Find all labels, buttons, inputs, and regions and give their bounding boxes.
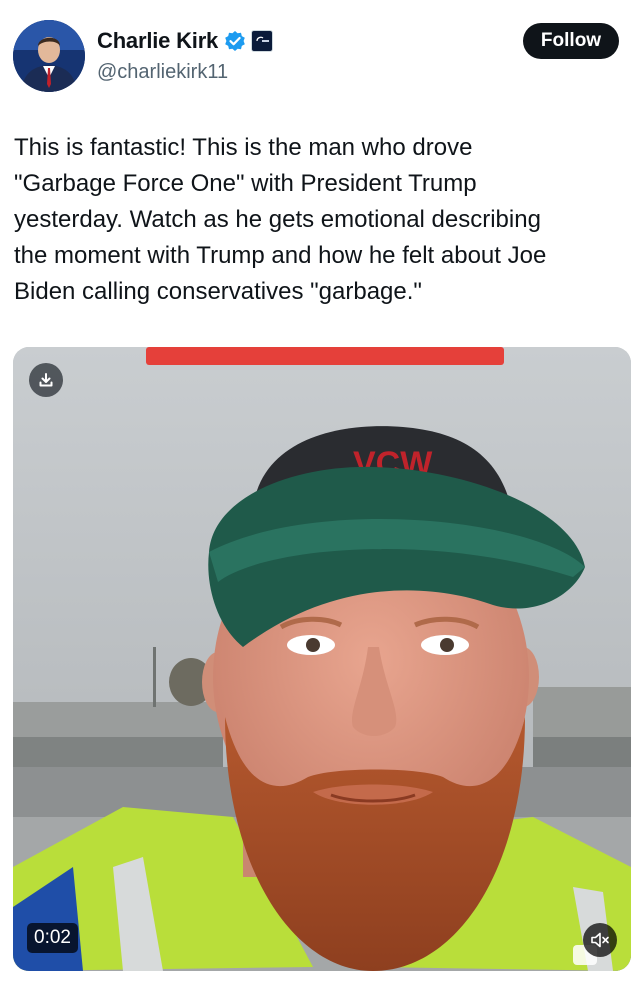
author-handle[interactable]: @charliekirk11: [97, 61, 228, 84]
video-player[interactable]: VCW 0:02: [13, 347, 631, 971]
tweet-header: Charlie Kirk @charliekirk11 Follow: [0, 0, 644, 100]
author-name-row: Charlie Kirk: [97, 28, 274, 54]
tweet-text-line: Biden calling conservatives "garbage.": [14, 278, 422, 305]
tweet-text-line: This is fantastic! This is the man who d…: [14, 134, 473, 161]
tweet-text: This is fantastic! This is the man who d…: [14, 130, 626, 310]
profile-avatar[interactable]: [13, 20, 85, 92]
tweet-text-line: "Garbage Force One" with President Trump: [14, 170, 477, 197]
follow-button[interactable]: Follow: [523, 23, 619, 59]
video-duration: 0:02: [27, 923, 78, 953]
verified-badge-icon[interactable]: [224, 30, 246, 52]
affiliate-logo-icon[interactable]: [251, 30, 274, 52]
tweet-text-line: the moment with Trump and how he felt ab…: [14, 242, 547, 269]
download-icon[interactable]: [29, 363, 63, 397]
video-frame: VCW: [13, 347, 631, 971]
author-display-name[interactable]: Charlie Kirk: [97, 28, 218, 54]
tweet-text-line: yesterday. Watch as he gets emotional de…: [14, 206, 541, 233]
speaker-muted-icon[interactable]: [583, 923, 617, 957]
